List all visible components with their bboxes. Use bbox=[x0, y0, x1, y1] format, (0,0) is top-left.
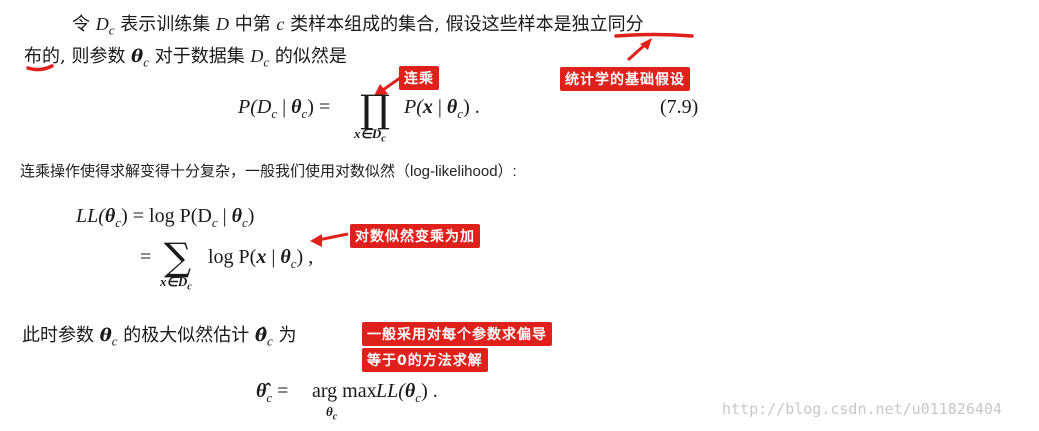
math-text: ) = bbox=[307, 96, 331, 118]
annotation-line: 等于0的方法求解 bbox=[362, 348, 488, 372]
text: 为 bbox=[272, 325, 297, 346]
math-text: LL( bbox=[76, 205, 105, 227]
subscript: c bbox=[187, 281, 192, 293]
paragraph-2: 此时参数 θc 的极大似然估计 θ̂c 为 bbox=[22, 321, 297, 350]
annotation-product: 连乘 bbox=[399, 66, 439, 90]
text: 令 bbox=[72, 14, 96, 35]
math-text: ) . bbox=[463, 96, 480, 118]
math-text: | bbox=[217, 205, 232, 227]
symbol-theta-hat: θ̂ bbox=[254, 325, 267, 346]
argmax-limits: θc bbox=[326, 404, 337, 423]
annotation-derivative: 一般采用对每个参数求偏导 等于0的方法求解 bbox=[362, 322, 552, 372]
symbol-theta: θ bbox=[326, 404, 333, 419]
symbol-theta: θ bbox=[231, 205, 242, 227]
annotation-iid: 统计学的基础假设 bbox=[560, 67, 690, 91]
math-text: = bbox=[272, 380, 289, 402]
text: 此时参数 bbox=[22, 325, 100, 346]
equation-likelihood: P(Dc | θc) = bbox=[238, 96, 330, 122]
equation-argmax-rhs: LL(θc) . bbox=[376, 380, 438, 406]
symbol-x: x bbox=[256, 246, 267, 268]
paragraph-1-line-2: 布的, 则参数 θc 对于数据集 Dc 的似然是 bbox=[24, 42, 347, 71]
math-text: ) , bbox=[296, 246, 314, 268]
arrowhead-icon bbox=[640, 38, 652, 50]
text: 类样本组成的集合, 假设这些样本是 bbox=[284, 14, 572, 35]
highlighted-text: 布 bbox=[24, 46, 42, 67]
sum-limits: x∈Dc bbox=[160, 274, 192, 293]
note-line: 连乘操作使得求解变得十分复杂，一般我们使用对数似然（log-likelihood… bbox=[20, 163, 517, 180]
math-text: P(D bbox=[238, 96, 272, 118]
math-text: ) = log P(D bbox=[121, 205, 212, 227]
paragraph-1-line-1: 令 Dc 表示训练集 D 中第 c 类样本组成的集合, 假设这些样本是独立同分 bbox=[72, 10, 644, 39]
highlighted-text: 独立同分 bbox=[571, 14, 644, 35]
equation-likelihood-rhs: P(x | θc) . bbox=[404, 96, 480, 122]
equation-argmax-lhs: θ̂c = bbox=[256, 380, 288, 406]
equation-log-likelihood-line-1: LL(θc) = log P(Dc | θc) bbox=[76, 205, 254, 231]
equation-log-likelihood-line-2: log P(x | θc) , bbox=[208, 246, 313, 272]
annotation-line: 一般采用对每个参数求偏导 bbox=[362, 322, 552, 346]
text: 表示训练集 bbox=[114, 14, 216, 35]
math-text: | bbox=[432, 96, 447, 118]
equation-number: (7.9) bbox=[660, 96, 699, 118]
math-text: x∈D bbox=[160, 274, 188, 289]
symbol-theta: θ bbox=[280, 246, 291, 268]
math-text: x∈D bbox=[354, 126, 382, 141]
symbol-x: x bbox=[422, 96, 433, 118]
text: 对于数据集 bbox=[148, 46, 251, 67]
subscript: c bbox=[381, 133, 386, 145]
symbol-theta: θ bbox=[131, 46, 144, 67]
text: 的似然是 bbox=[269, 46, 347, 67]
math-text: | bbox=[277, 96, 292, 118]
math-text: P( bbox=[404, 96, 423, 118]
sum-operator: ∑ bbox=[164, 235, 192, 279]
symbol-theta: θ bbox=[104, 205, 116, 227]
text: 中第 bbox=[228, 14, 277, 35]
symbol-theta: θ bbox=[99, 325, 112, 346]
text: 的极大似然估计 bbox=[117, 325, 255, 346]
subscript: c bbox=[332, 411, 338, 423]
equation-log-likelihood-eq: = bbox=[140, 246, 152, 268]
math-text: ) . bbox=[421, 380, 438, 402]
math-text: ) bbox=[247, 205, 255, 227]
annotation-log-sum: 对数似然变乘为加 bbox=[350, 224, 480, 248]
symbol-d: D bbox=[250, 46, 264, 66]
product-operator: ∏ bbox=[360, 87, 391, 131]
watermark: http://blog.csdn.net/u011826404 bbox=[722, 400, 1002, 418]
math-text: | bbox=[266, 246, 281, 268]
arrow-to-iid bbox=[626, 40, 650, 62]
symbol-theta: θ bbox=[291, 96, 302, 118]
symbol-theta: θ bbox=[404, 380, 416, 402]
arrow-to-sum bbox=[317, 232, 349, 242]
argmax-operator: arg max bbox=[312, 380, 377, 402]
symbol-theta-hat: θ̂ bbox=[256, 380, 267, 402]
math-text: log P( bbox=[208, 246, 257, 268]
text: 的, 则参数 bbox=[42, 46, 132, 67]
math-text: LL( bbox=[376, 380, 405, 402]
product-limits: x∈Dc bbox=[354, 126, 386, 145]
symbol-d: D bbox=[95, 14, 109, 34]
symbol-theta: θ bbox=[446, 96, 458, 118]
symbol-d: D bbox=[215, 14, 229, 34]
